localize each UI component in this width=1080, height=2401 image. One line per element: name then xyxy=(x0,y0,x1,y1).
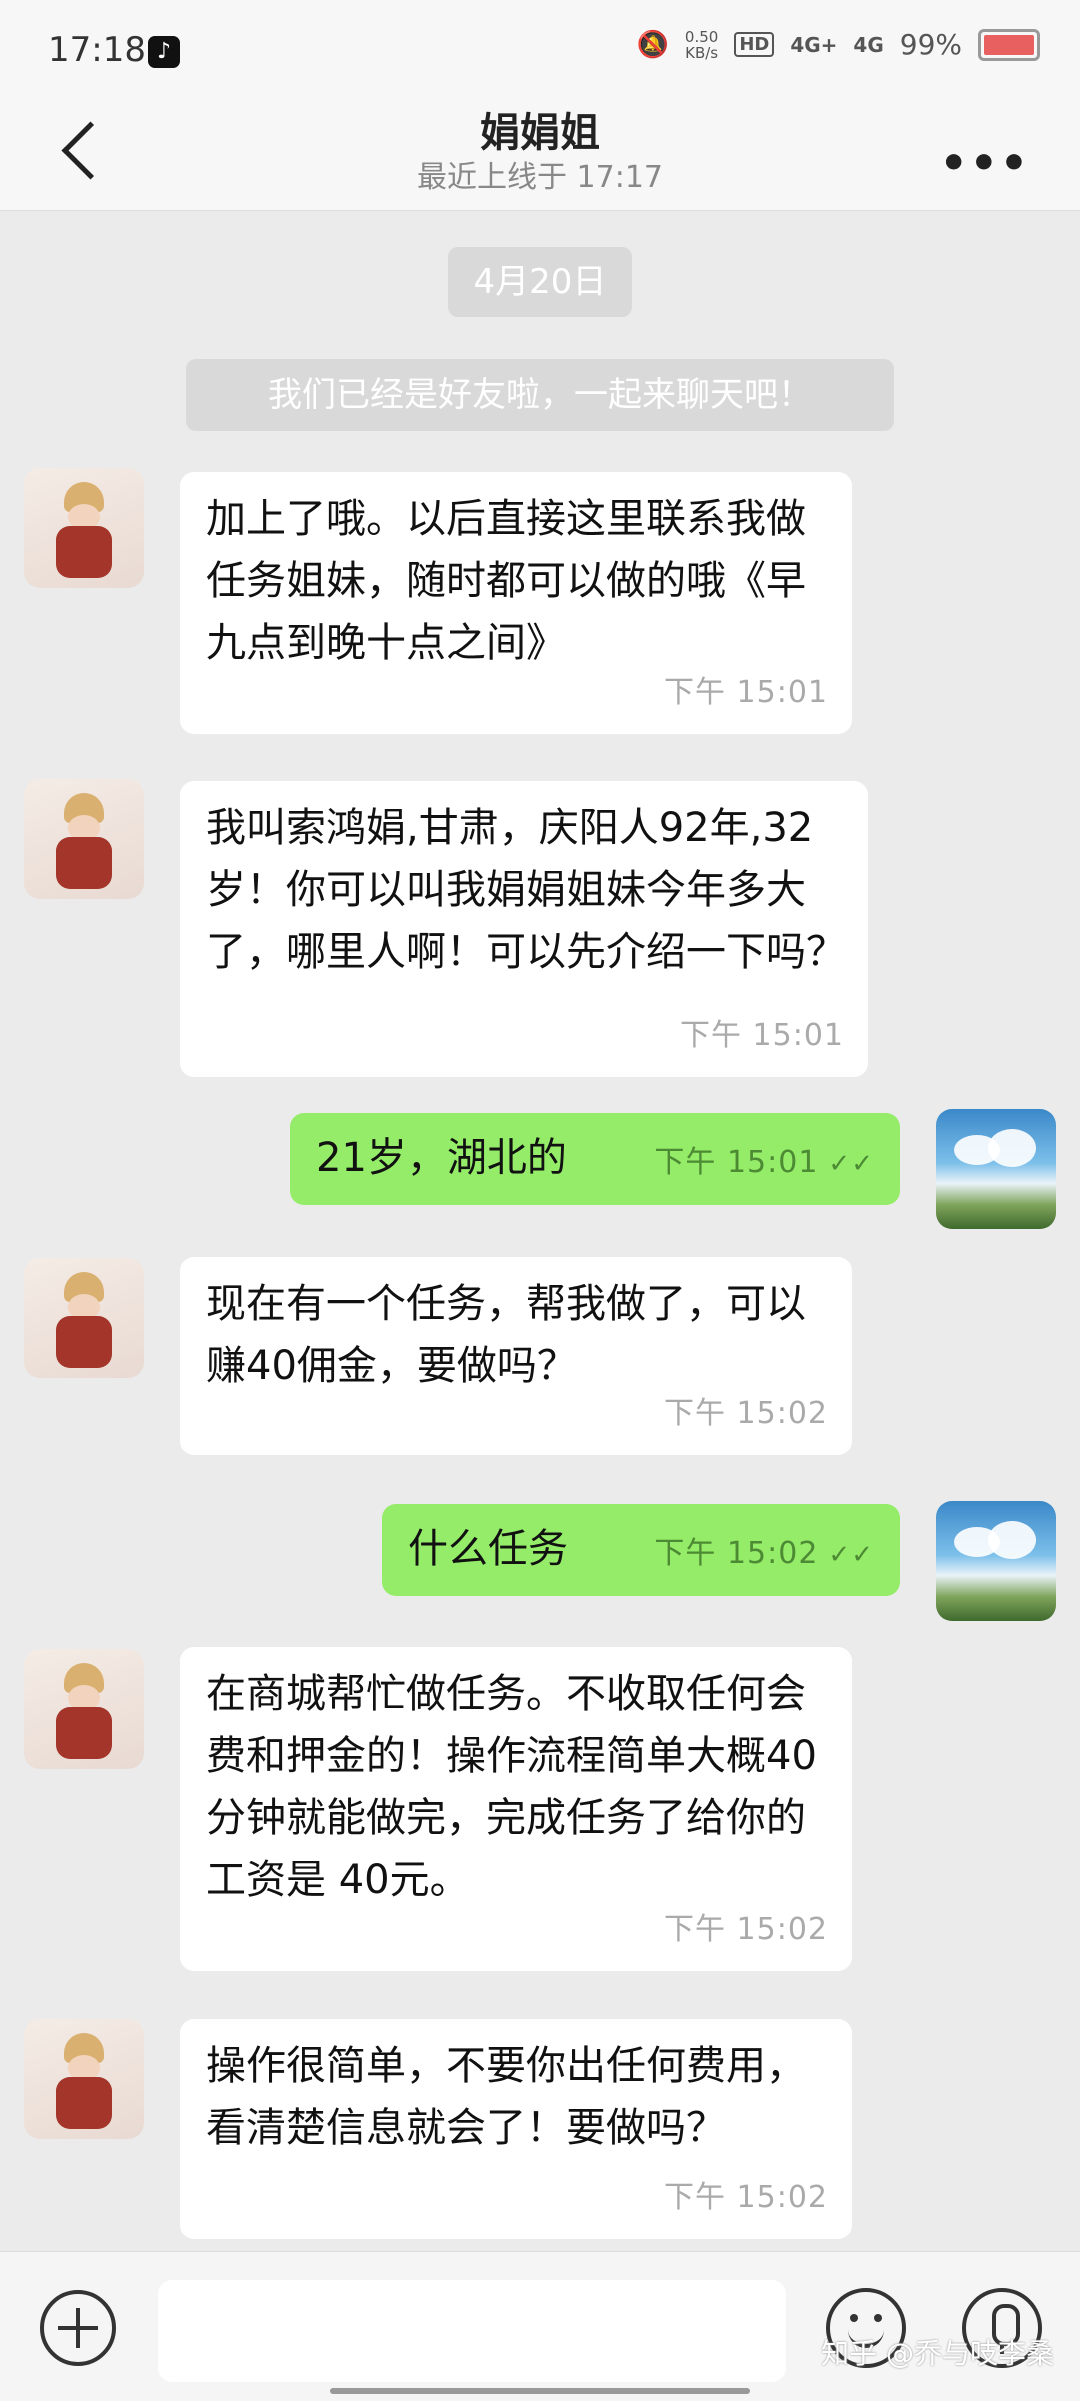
contact-name: 娟娟姐 xyxy=(480,110,600,156)
message-bubble[interactable]: 在商城帮忙做任务。不收取任何会费和押金的！操作流程简单大概40分钟就能做完，完成… xyxy=(180,1647,852,1971)
double-check-icon: ✓✓ xyxy=(828,1540,874,1570)
status-time: 17:18 xyxy=(48,30,146,70)
message-time: 下午 15:02 ✓✓ xyxy=(654,1523,874,1586)
message-bubble[interactable]: 我叫索鸿娟,甘肃，庆阳人92年,32岁！你可以叫我娟娟姐妹今年多大了，哪里人啊！… xyxy=(180,781,868,1077)
system-notice: 我们已经是好友啦，一起来聊天吧！ xyxy=(186,359,894,431)
message-input[interactable] xyxy=(158,2280,786,2382)
input-bar: 知乎 @乔与吱李桑 xyxy=(0,2251,1080,2401)
avatar[interactable] xyxy=(24,1258,144,1378)
message-text: 在商城帮忙做任务。不收取任何会费和押金的！操作流程简单大概40分钟就能做完，完成… xyxy=(206,1671,817,1903)
signal-4g-icon: 4G xyxy=(853,32,884,57)
tiktok-icon: ♪ xyxy=(148,36,180,68)
battery-icon xyxy=(978,28,1040,61)
battery-percent: 99% xyxy=(899,28,962,61)
status-bar: 17:18 ♪ 🔕 0.50 KB/s HD 4G+ 4G 99% xyxy=(0,0,1080,100)
message-bubble[interactable]: 加上了哦。以后直接这里联系我做任务姐妹，随时都可以做的哦《早九点到晚十点之间》 … xyxy=(180,472,852,734)
message-bubble[interactable]: 现在有一个任务，帮我做了，可以赚40佣金，要做吗？ 下午 15:02 xyxy=(180,1257,852,1455)
net-speed-unit: KB/s xyxy=(685,43,719,62)
status-indicators: 🔕 0.50 KB/s HD 4G+ 4G 99% xyxy=(637,28,1040,61)
message-time: 下午 15:01 ✓✓ xyxy=(654,1132,874,1195)
message-time: 下午 15:01 xyxy=(680,1018,844,1053)
more-dots-icon[interactable]: ••• xyxy=(940,138,1030,189)
avatar[interactable] xyxy=(24,1649,144,1769)
avatar[interactable] xyxy=(936,1109,1056,1229)
avatar[interactable] xyxy=(24,779,144,899)
message-bubble[interactable]: 操作很简单，不要你出任何费用，看清楚信息就会了！要做吗？ 下午 15:02 xyxy=(180,2019,852,2239)
message-time: 下午 15:02 xyxy=(664,2180,828,2215)
message-text: 现在有一个任务，帮我做了，可以赚40佣金，要做吗？ xyxy=(206,1281,806,1389)
watermark: 知乎 @乔与吱李桑 xyxy=(821,2337,1054,2370)
message-time: 下午 15:02 xyxy=(664,1396,828,1431)
hd-icon: HD xyxy=(734,32,775,57)
message-text: 我叫索鸿娟,甘肃，庆阳人92年,32岁！你可以叫我娟娟姐妹今年多大了，哪里人啊！… xyxy=(206,805,846,975)
chat-area[interactable]: 4月20日 我们已经是好友啦，一起来聊天吧！ 加上了哦。以后直接这里联系我做任务… xyxy=(0,211,1080,2251)
home-indicator[interactable] xyxy=(330,2388,750,2394)
avatar[interactable] xyxy=(24,2019,144,2139)
avatar[interactable] xyxy=(936,1501,1056,1621)
message-text: 加上了哦。以后直接这里联系我做任务姐妹，随时都可以做的哦《早九点到晚十点之间》 xyxy=(206,496,806,666)
message-bubble[interactable]: 什么任务 下午 15:02 ✓✓ xyxy=(382,1504,900,1596)
message-time-text: 下午 15:02 xyxy=(654,1536,819,1571)
network-speed: 0.50 KB/s xyxy=(685,29,718,61)
message-time-text: 下午 15:01 xyxy=(654,1145,819,1180)
signal-4g-plus-icon: 4G+ xyxy=(790,32,838,57)
message-text: 操作很简单，不要你出任何费用，看清楚信息就会了！要做吗？ xyxy=(206,2043,806,2151)
date-separator: 4月20日 xyxy=(448,247,632,317)
double-check-icon: ✓✓ xyxy=(828,1149,874,1179)
message-bubble[interactable]: 21岁，湖北的 下午 15:01 ✓✓ xyxy=(290,1113,900,1205)
mute-icon: 🔕 xyxy=(636,29,669,60)
avatar[interactable] xyxy=(24,468,144,588)
last-seen: 最近上线于 17:17 xyxy=(417,160,663,195)
plus-circle-icon[interactable] xyxy=(40,2290,116,2366)
message-time: 下午 15:01 xyxy=(664,675,828,710)
message-time: 下午 15:02 xyxy=(664,1912,828,1947)
chat-header: 娟娟姐 最近上线于 17:17 ••• xyxy=(0,100,1080,211)
